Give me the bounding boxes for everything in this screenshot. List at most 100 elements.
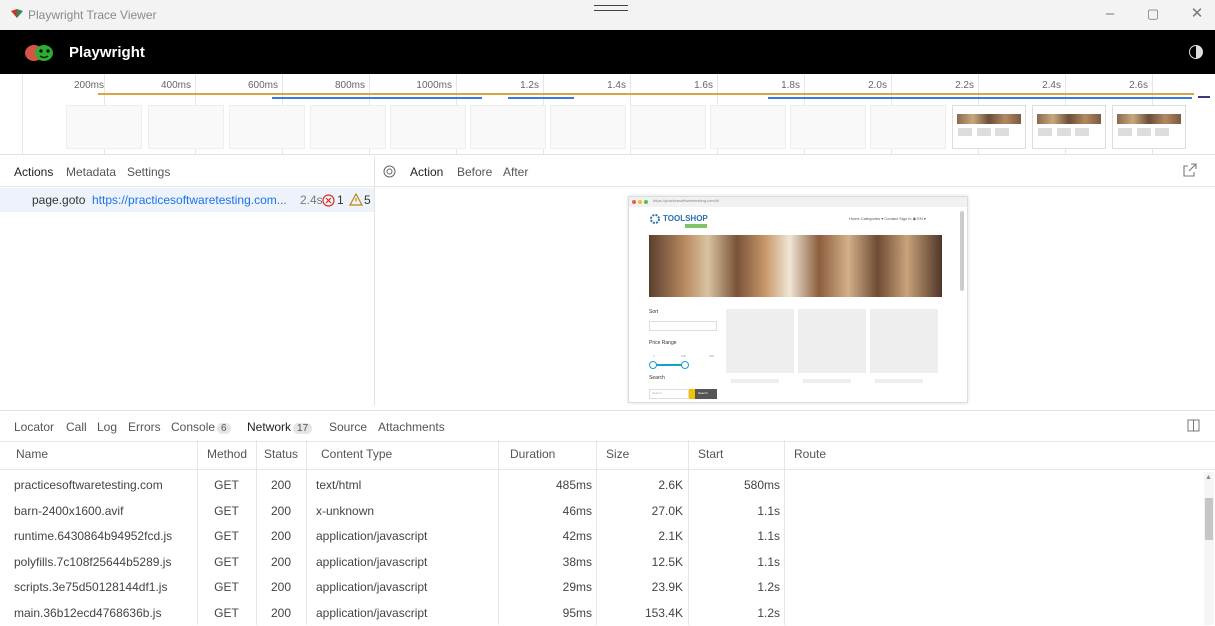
window-drag-handle[interactable] — [594, 5, 628, 11]
cell-size: 23.9K — [651, 580, 683, 594]
filmstrip-frame[interactable] — [870, 105, 946, 149]
snapshot-sort-label: Sort — [649, 309, 659, 315]
slider-handle-icon[interactable] — [681, 361, 689, 369]
snapshot-range-mid: 100 — [681, 354, 687, 358]
cell-method: GET — [214, 503, 239, 518]
snapshot-product-card[interactable] — [798, 309, 866, 373]
cell-duration: 29ms — [562, 580, 592, 594]
snapshot-product-card[interactable] — [870, 309, 938, 373]
timeline-tick-label: 2.6s — [1129, 80, 1148, 91]
tab-locator[interactable]: Locator — [14, 420, 54, 434]
tab-attachments[interactable]: Attachments — [378, 420, 445, 434]
pick-locator-icon[interactable] — [383, 165, 396, 178]
timeline-tick-label: 1.2s — [520, 80, 539, 91]
close-button[interactable]: ✕ — [1186, 4, 1208, 24]
timeline-tick-label: 400ms — [160, 80, 191, 91]
slider-handle-icon[interactable] — [649, 361, 657, 369]
snapshot-tabbar: Action Before After — [375, 156, 1215, 187]
window-title: Playwright Trace Viewer — [28, 8, 157, 22]
restore-button[interactable]: ▢ — [1142, 4, 1164, 24]
snapshot-scrollbar[interactable] — [960, 211, 964, 291]
tab-actions[interactable]: Actions — [14, 165, 53, 179]
timeline-gridline — [22, 74, 23, 154]
cell-status: 200 — [270, 605, 292, 620]
table-scrollbar[interactable]: ▲ — [1204, 472, 1214, 625]
filmstrip-frame[interactable] — [630, 105, 706, 149]
cell-name: practicesoftwaretesting.com — [14, 478, 163, 492]
tab-call[interactable]: Call — [66, 420, 87, 434]
column-header-start[interactable]: Start — [698, 447, 723, 469]
filmstrip-frame[interactable] — [229, 105, 305, 149]
snapshot-search-button[interactable]: Search — [689, 389, 717, 399]
column-header-duration[interactable]: Duration — [510, 447, 555, 469]
window-titlebar: Playwright Trace Viewer – ▢ ✕ — [0, 0, 1215, 30]
browser-dot-icon — [644, 200, 648, 204]
snapshot-search-input[interactable]: Search — [649, 389, 689, 399]
tab-settings[interactable]: Settings — [127, 165, 170, 179]
tab-errors[interactable]: Errors — [128, 420, 161, 434]
column-header-method[interactable]: Method — [207, 447, 247, 469]
filmstrip-frame[interactable] — [66, 105, 142, 149]
cell-name: scripts.3e75d50128144df1.js — [14, 580, 168, 594]
timeline[interactable]: 200ms 400ms 600ms 800ms 1000ms 1.2s 1.4s… — [0, 74, 1215, 155]
filmstrip-frame[interactable] — [390, 105, 466, 149]
tab-source[interactable]: Source — [329, 420, 367, 434]
filmstrip-frame[interactable] — [148, 105, 224, 149]
column-header-content-type[interactable]: Content Type — [321, 447, 392, 469]
filmstrip-frame[interactable] — [710, 105, 786, 149]
column-header-name[interactable]: Name — [16, 447, 48, 469]
scroll-up-icon[interactable]: ▲ — [1205, 474, 1212, 481]
theme-toggle-icon[interactable] — [1189, 45, 1203, 59]
filmstrip-frame[interactable] — [470, 105, 546, 149]
snapshot-search-button-label: Search — [698, 391, 708, 395]
filmstrip-frame[interactable] — [790, 105, 866, 149]
snapshot-search-placeholder: Search — [652, 391, 662, 395]
action-list-item[interactable]: page.goto https://practicesoftwaretestin… — [0, 188, 374, 212]
scrollbar-thumb[interactable] — [1205, 498, 1213, 540]
thumbnail-block — [1057, 128, 1071, 136]
snapshot-sort-select[interactable] — [649, 321, 717, 331]
snapshot-product-card[interactable] — [726, 309, 794, 373]
tab-action[interactable]: Action — [410, 165, 443, 179]
tab-before[interactable]: Before — [457, 165, 492, 179]
cell-duration: 42ms — [562, 529, 592, 543]
thumbnail-image — [1117, 114, 1181, 124]
cell-content-type: text/html — [316, 478, 362, 492]
tab-console[interactable]: Console 6 — [171, 420, 231, 434]
minimize-button[interactable]: – — [1099, 4, 1121, 24]
tab-network[interactable]: Network 17 — [247, 420, 313, 434]
snapshot-search-label: Search — [649, 375, 665, 381]
thumbnail-block — [1155, 128, 1169, 136]
filmstrip-frame[interactable] — [310, 105, 386, 149]
open-external-icon[interactable] — [1183, 163, 1197, 177]
table-header-border — [0, 441, 1215, 442]
cell-status: 200 — [270, 580, 292, 594]
cell-duration: 46ms — [562, 503, 592, 518]
playwright-logo-icon — [11, 9, 23, 18]
tab-metadata[interactable]: Metadata — [66, 165, 116, 179]
column-header-size[interactable]: Size — [606, 447, 629, 469]
column-header-status[interactable]: Status — [264, 447, 298, 469]
snapshot-card-text — [875, 379, 923, 383]
tab-after[interactable]: After — [503, 165, 528, 179]
timeline-tick-label: 2.2s — [955, 80, 974, 91]
tab-log[interactable]: Log — [97, 420, 117, 434]
column-header-route[interactable]: Route — [794, 447, 826, 469]
action-duration: 2.4s — [300, 193, 323, 207]
thumbnail-block — [1038, 128, 1052, 136]
cell-start: 1.1s — [757, 554, 780, 569]
filmstrip-frame[interactable] — [952, 105, 1026, 149]
toggle-sidebar-icon[interactable] — [1187, 419, 1200, 432]
pane-divider[interactable] — [374, 156, 375, 406]
filmstrip-frame[interactable] — [550, 105, 626, 149]
filmstrip-frame[interactable] — [1032, 105, 1106, 149]
playwright-mask-icon — [25, 45, 53, 61]
timeline-tick-label: 1.8s — [781, 80, 800, 91]
filmstrip-frame[interactable] — [1112, 105, 1186, 149]
tab-network-label: Network — [247, 420, 292, 434]
snapshot-frame[interactable]: https://practicesoftwaretesting.com/#/ T… — [628, 196, 968, 403]
timeline-tick-label: 800ms — [334, 80, 365, 91]
cell-method: GET — [214, 580, 239, 594]
cell-size: 27.0K — [651, 503, 683, 518]
timeline-network-bar — [508, 97, 574, 99]
